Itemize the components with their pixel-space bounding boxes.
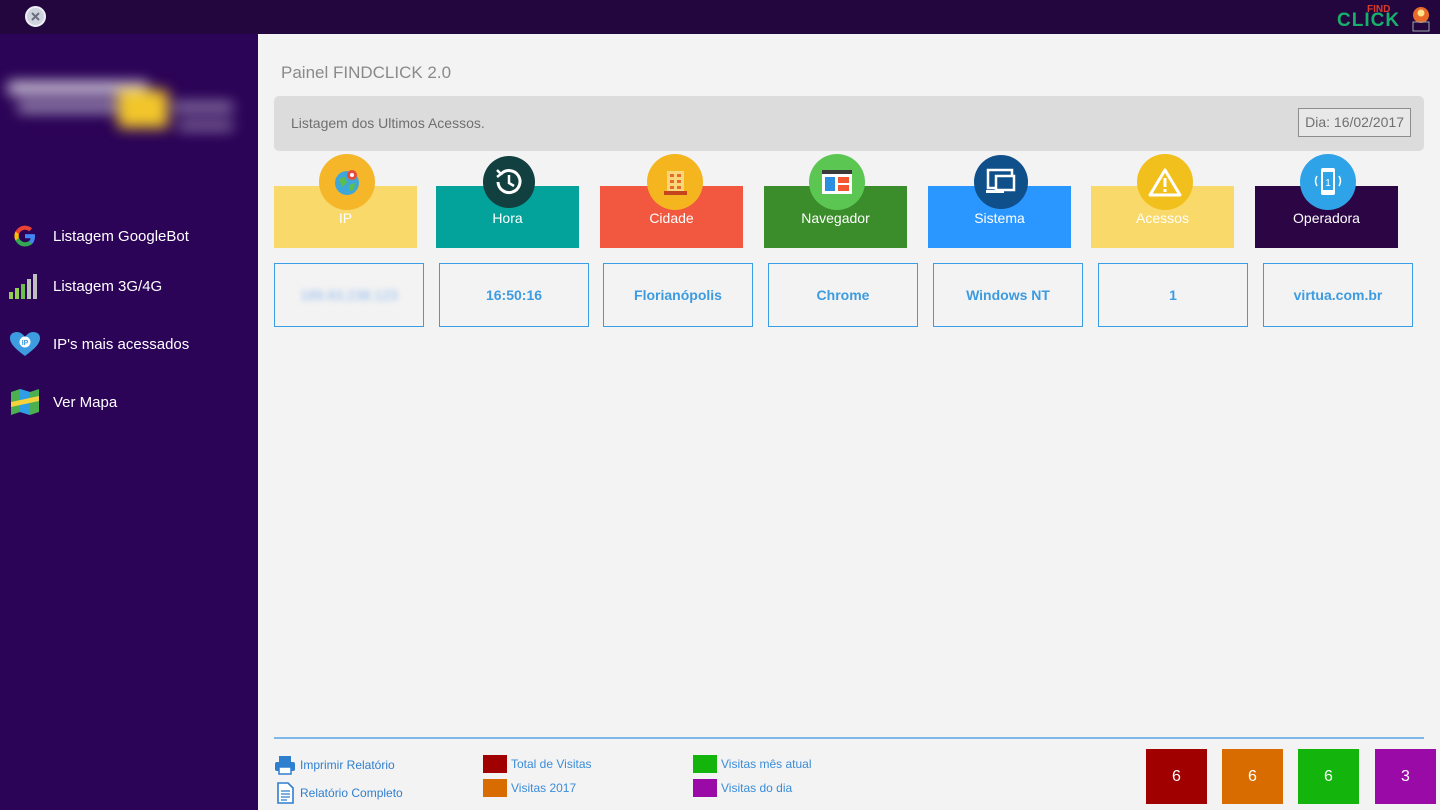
signal-bars-icon <box>8 269 42 303</box>
cell-value: 189.63.238.123 <box>300 287 398 303</box>
sidebar-item-3g4g[interactable]: Listagem 3G/4G <box>0 266 258 306</box>
browser-window-icon <box>809 154 865 210</box>
cell-sistema: Windows NT <box>933 263 1083 327</box>
stat-visitas-mes: 6 <box>1298 749 1359 804</box>
document-icon <box>277 782 294 804</box>
sidebar-item-label: Listagem GoogleBot <box>53 227 189 245</box>
legend-swatch <box>693 755 717 773</box>
print-report-label: Imprimir Relatório <box>300 758 395 772</box>
legend-visitas-mes: Visitas mês atual <box>693 755 812 773</box>
mobile-phone-icon: 1 <box>1300 154 1356 210</box>
cell-hora: 16:50:16 <box>439 263 589 327</box>
stat-visitas-2017: 6 <box>1222 749 1283 804</box>
sidebar-item-label: IP's mais acessados <box>53 335 190 353</box>
column-label: Cidade <box>649 210 694 226</box>
close-icon[interactable] <box>25 6 46 27</box>
legend-label: Visitas 2017 <box>511 781 577 795</box>
printer-icon <box>275 756 295 775</box>
stat-total-visitas: 6 <box>1146 749 1207 804</box>
cell-navegador: Chrome <box>768 263 918 327</box>
sidebar-item-label: Ver Mapa <box>53 393 118 411</box>
cell-operadora: virtua.com.br <box>1263 263 1413 327</box>
stat-visitas-dia: 3 <box>1375 749 1436 804</box>
ip-heart-icon: IP <box>8 327 42 361</box>
cell-value: Florianópolis <box>634 287 722 303</box>
column-label: Operadora <box>1293 210 1360 226</box>
column-label: Navegador <box>801 210 870 226</box>
column-label: Sistema <box>974 210 1025 226</box>
top-bar: FIND CLICK <box>0 0 1440 34</box>
column-label: IP <box>338 210 353 226</box>
svg-text:CLICK: CLICK <box>1337 10 1400 31</box>
cell-ip: 189.63.238.123 <box>274 263 424 327</box>
legend-swatch <box>693 779 717 797</box>
column-label: Acessos <box>1136 210 1189 226</box>
cell-value: Windows NT <box>966 287 1050 303</box>
footer-divider <box>274 737 1424 739</box>
cell-value: virtua.com.br <box>1293 287 1383 303</box>
main-content: Painel FINDCLICK 2.0 Listagem dos Ultimo… <box>258 34 1440 810</box>
legend-swatch <box>483 779 507 797</box>
map-icon <box>8 385 42 419</box>
column-label: Hora <box>492 210 523 226</box>
panel-header: Listagem dos Ultimos Acessos. Dia: 16/02… <box>274 96 1424 151</box>
date-badge: Dia: 16/02/2017 <box>1298 108 1411 137</box>
page-title: Painel FINDCLICK 2.0 <box>281 63 452 82</box>
warning-icon <box>1137 154 1193 210</box>
building-icon <box>647 154 703 210</box>
findclick-logo: FIND CLICK <box>1337 4 1430 32</box>
globe-pin-icon <box>319 154 375 210</box>
svg-text:IP: IP <box>22 340 29 347</box>
brand-logo-blurred <box>8 82 233 130</box>
full-report-label: Relatório Completo <box>300 786 403 800</box>
print-report-link[interactable]: Imprimir Relatório <box>273 753 395 777</box>
sidebar-item-top-ips[interactable]: IP IP's mais acessados <box>0 324 258 364</box>
legend-label: Visitas mês atual <box>721 757 812 771</box>
cell-value: Chrome <box>816 287 870 303</box>
svg-text:1: 1 <box>1325 178 1331 189</box>
sidebar: Listagem GoogleBot Listagem 3G/4G IP IP'… <box>0 34 258 810</box>
full-report-link[interactable]: Relatório Completo <box>273 781 403 805</box>
google-icon <box>8 219 42 253</box>
cell-cidade: Florianópolis <box>603 263 753 327</box>
devices-icon <box>974 155 1028 209</box>
legend-visitas-dia: Visitas do dia <box>693 779 792 797</box>
sidebar-item-googlebot[interactable]: Listagem GoogleBot <box>0 216 258 256</box>
legend-label: Total de Visitas <box>511 757 592 771</box>
cell-value: 1 <box>1169 287 1177 303</box>
legend-swatch <box>483 755 507 773</box>
clock-history-icon <box>483 156 535 208</box>
cell-value: 16:50:16 <box>485 287 543 303</box>
legend-label: Visitas do dia <box>721 781 793 795</box>
legend-visitas-2017: Visitas 2017 <box>483 779 576 797</box>
sidebar-item-label: Listagem 3G/4G <box>53 277 163 295</box>
sidebar-item-map[interactable]: Ver Mapa <box>0 382 258 422</box>
panel-label: Listagem dos Ultimos Acessos. <box>291 115 485 131</box>
cell-acessos: 1 <box>1098 263 1248 327</box>
legend-total-visitas: Total de Visitas <box>483 755 592 773</box>
